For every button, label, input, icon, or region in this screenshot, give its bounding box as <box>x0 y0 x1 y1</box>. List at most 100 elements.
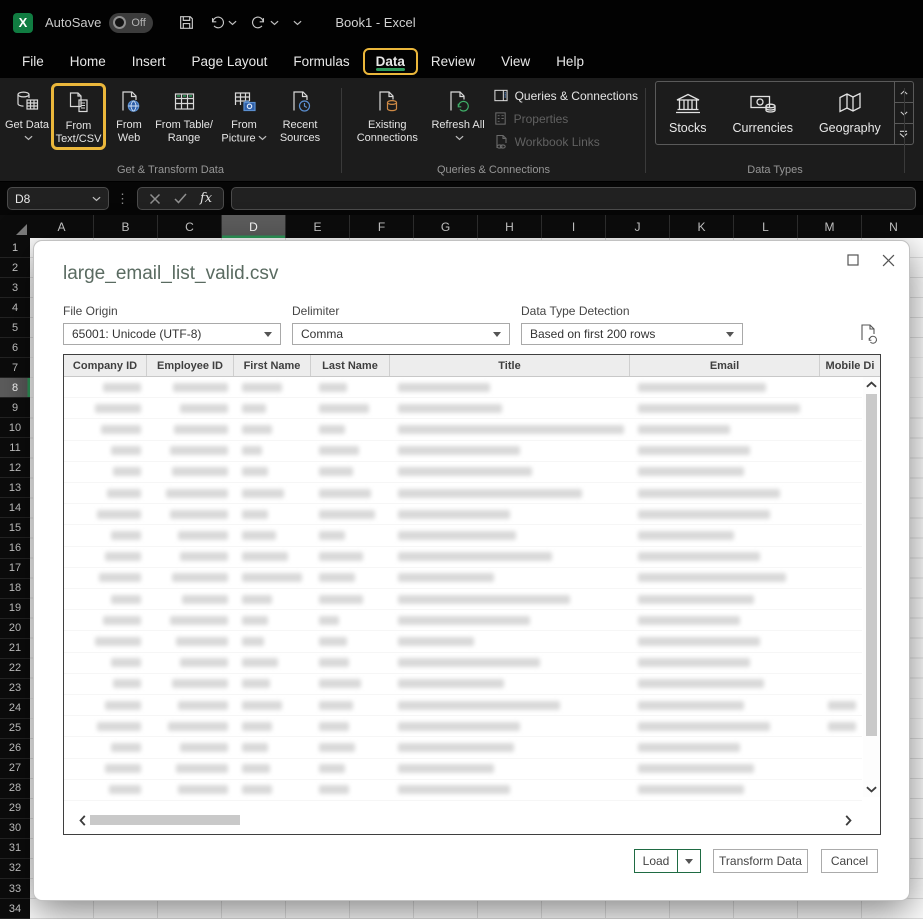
column-header-I[interactable]: I <box>542 215 606 238</box>
preview-horizontal-scrollbar[interactable] <box>76 813 854 827</box>
preview-column-header-first-name[interactable]: First Name <box>234 355 311 376</box>
vertical-scroll-thumb[interactable] <box>866 394 877 736</box>
row-header-17[interactable]: 17 <box>0 559 30 579</box>
column-header-A[interactable]: A <box>30 215 94 238</box>
row-header-20[interactable]: 20 <box>0 619 30 639</box>
scroll-right-icon[interactable] <box>842 813 854 827</box>
dialog-close-button[interactable] <box>879 251 897 269</box>
row-header-3[interactable]: 3 <box>0 278 30 299</box>
preview-vertical-scrollbar[interactable] <box>863 377 880 797</box>
customize-quick-access-button[interactable] <box>288 16 307 30</box>
column-header-L[interactable]: L <box>734 215 798 238</box>
ribbon-button-from-table-range[interactable]: From Table/ Range <box>152 83 216 147</box>
row-header-24[interactable]: 24 <box>0 699 30 719</box>
scroll-up-icon[interactable] <box>863 377 880 392</box>
preview-column-header-last-name[interactable]: Last Name <box>311 355 390 376</box>
row-header-23[interactable]: 23 <box>0 679 30 699</box>
row-header-9[interactable]: 9 <box>0 398 30 419</box>
ribbon-button-recent-sources[interactable]: Recent Sources <box>272 83 328 147</box>
menu-tab-data[interactable]: Data <box>362 48 418 75</box>
delimiter-select[interactable]: Comma <box>292 323 510 345</box>
dialog-maximize-button[interactable] <box>844 251 862 269</box>
row-header-22[interactable]: 22 <box>0 659 30 679</box>
row-header-30[interactable]: 30 <box>0 819 30 839</box>
row-header-7[interactable]: 7 <box>0 358 30 379</box>
ribbon-button-currencies[interactable]: Currencies <box>720 82 806 144</box>
menu-tab-home[interactable]: Home <box>57 49 119 74</box>
column-header-K[interactable]: K <box>670 215 734 238</box>
menu-tab-review[interactable]: Review <box>418 49 488 74</box>
preview-column-header-email[interactable]: Email <box>630 355 820 376</box>
row-header-16[interactable]: 16 <box>0 538 30 559</box>
row-header-15[interactable]: 15 <box>0 518 30 539</box>
column-header-E[interactable]: E <box>286 215 350 238</box>
row-header-21[interactable]: 21 <box>0 639 30 659</box>
ribbon-button-from-picture[interactable]: From Picture <box>216 83 272 148</box>
row-header-25[interactable]: 25 <box>0 719 30 739</box>
menu-tab-formulas[interactable]: Formulas <box>280 49 362 74</box>
row-header-6[interactable]: 6 <box>0 338 30 359</box>
preview-column-header-company-id[interactable]: Company ID <box>64 355 147 376</box>
preview-column-header-mobile-di[interactable]: Mobile Di <box>820 355 880 376</box>
load-button[interactable]: Load <box>635 854 677 868</box>
row-header-8[interactable]: 8 <box>0 378 30 399</box>
file-origin-select[interactable]: 65001: Unicode (UTF-8) <box>63 323 281 345</box>
row-header-10[interactable]: 10 <box>0 418 30 439</box>
menu-tab-file[interactable]: File <box>9 49 57 74</box>
row-header-31[interactable]: 31 <box>0 839 30 859</box>
column-header-J[interactable]: J <box>606 215 670 238</box>
menu-tab-page-layout[interactable]: Page Layout <box>179 49 281 74</box>
load-dropdown-button[interactable] <box>677 850 700 872</box>
row-header-34[interactable]: 34 <box>0 899 30 919</box>
ribbon-button-existing-connections[interactable]: Existing Connections <box>345 83 430 147</box>
autosave-toggle[interactable]: Off <box>109 12 154 33</box>
scroll-left-icon[interactable] <box>76 813 88 827</box>
ribbon-button-stocks[interactable]: Stocks <box>656 82 720 144</box>
cancel-button[interactable]: Cancel <box>821 849 878 873</box>
column-header-M[interactable]: M <box>798 215 862 238</box>
ribbon-button-refresh-all[interactable]: Refresh All <box>430 83 487 148</box>
transform-data-button[interactable]: Transform Data <box>713 849 808 873</box>
preview-column-header-title[interactable]: Title <box>390 355 630 376</box>
redo-button[interactable] <box>246 11 284 35</box>
menu-tab-insert[interactable]: Insert <box>119 49 179 74</box>
row-header-33[interactable]: 33 <box>0 879 30 900</box>
row-header-29[interactable]: 29 <box>0 799 30 819</box>
menu-tab-view[interactable]: View <box>488 49 543 74</box>
ribbon-button-queries-connections[interactable]: Queries & Connections <box>493 88 638 103</box>
row-header-1[interactable]: 1 <box>0 238 30 259</box>
column-header-H[interactable]: H <box>478 215 542 238</box>
column-header-D[interactable]: D <box>222 215 286 238</box>
confirm-entry-icon[interactable] <box>174 193 187 204</box>
scroll-down-icon[interactable] <box>863 782 880 797</box>
ribbon-button-geography[interactable]: Geography <box>806 82 894 144</box>
name-box[interactable]: D8 <box>7 187 109 210</box>
save-button[interactable] <box>173 10 200 35</box>
row-header-26[interactable]: 26 <box>0 739 30 759</box>
preview-column-header-employee-id[interactable]: Employee ID <box>147 355 234 376</box>
row-header-32[interactable]: 32 <box>0 859 30 879</box>
row-header-18[interactable]: 18 <box>0 579 30 599</box>
row-header-2[interactable]: 2 <box>0 258 30 279</box>
formula-input[interactable] <box>231 187 916 210</box>
row-header-11[interactable]: 11 <box>0 438 30 459</box>
undo-button[interactable] <box>204 11 242 35</box>
ribbon-button-from-text-csv[interactable]: From Text/CSV <box>51 83 106 151</box>
column-header-B[interactable]: B <box>94 215 158 238</box>
row-header-14[interactable]: 14 <box>0 498 30 519</box>
column-header-N[interactable]: N <box>862 215 923 238</box>
drag-handle-icon[interactable]: ⋮ <box>116 191 130 207</box>
column-header-F[interactable]: F <box>350 215 414 238</box>
row-header-13[interactable]: 13 <box>0 478 30 499</box>
cancel-entry-icon[interactable] <box>149 193 161 205</box>
row-header-28[interactable]: 28 <box>0 779 30 799</box>
ribbon-button-get-data[interactable]: Get Data <box>3 83 51 148</box>
row-header-19[interactable]: 19 <box>0 599 30 619</box>
refresh-preview-button[interactable] <box>859 323 878 344</box>
row-header-4[interactable]: 4 <box>0 298 30 319</box>
row-header-12[interactable]: 12 <box>0 458 30 479</box>
column-header-G[interactable]: G <box>414 215 478 238</box>
menu-tab-help[interactable]: Help <box>543 49 597 74</box>
horizontal-scroll-thumb[interactable] <box>90 815 240 825</box>
column-header-C[interactable]: C <box>158 215 222 238</box>
